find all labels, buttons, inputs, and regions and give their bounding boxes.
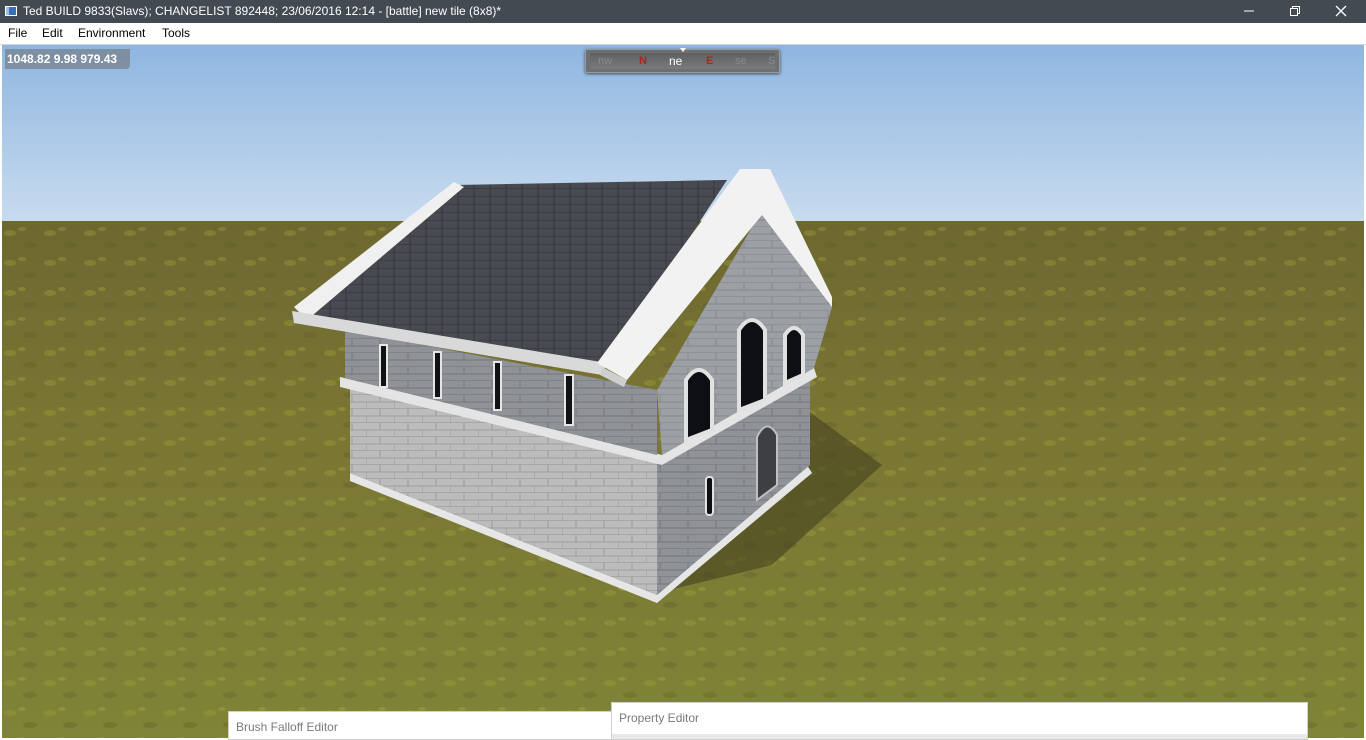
close-icon <box>1335 5 1347 17</box>
minimize-icon <box>1244 10 1254 12</box>
window-title-bar[interactable]: Ted BUILD 9833(Slavs); CHANGELIST 892448… <box>0 0 1366 23</box>
restore-icon <box>1290 6 1300 16</box>
compass-n: N <box>639 55 647 67</box>
menu-bar: File Edit Environment Tools <box>0 23 1366 45</box>
property-editor-header-bar <box>612 734 1307 739</box>
menu-file[interactable]: File <box>8 26 27 40</box>
compass-strip: nw N ne E se S <box>590 53 775 69</box>
camera-coordinates: 1048.82 9.98 979.43 <box>5 49 130 69</box>
compass-nw: nw <box>598 55 613 67</box>
property-editor-panel[interactable]: Property Editor <box>611 702 1308 740</box>
terrain-scene <box>2 45 1364 738</box>
compass-s: S <box>768 55 775 67</box>
compass-marker-icon <box>680 48 686 52</box>
app-icon <box>5 6 17 16</box>
minimize-button[interactable] <box>1226 0 1272 23</box>
compass[interactable]: nw N ne E se S <box>585 48 780 73</box>
brush-falloff-editor-title: Brush Falloff Editor <box>236 720 338 734</box>
3d-viewport[interactable]: 1048.82 9.98 979.43 nw N ne E se S <box>2 45 1364 738</box>
menu-edit[interactable]: Edit <box>42 26 63 40</box>
menu-environment[interactable]: Environment <box>78 26 145 40</box>
compass-ne: ne <box>669 54 683 68</box>
compass-se: se <box>735 55 747 67</box>
property-editor-title: Property Editor <box>619 711 700 725</box>
compass-e: E <box>706 55 714 67</box>
close-button[interactable] <box>1318 0 1364 23</box>
menu-tools[interactable]: Tools <box>162 26 190 40</box>
restore-button[interactable] <box>1272 0 1318 23</box>
window-title: Ted BUILD 9833(Slavs); CHANGELIST 892448… <box>23 4 502 18</box>
brush-falloff-editor-panel[interactable]: Brush Falloff Editor <box>228 711 612 740</box>
